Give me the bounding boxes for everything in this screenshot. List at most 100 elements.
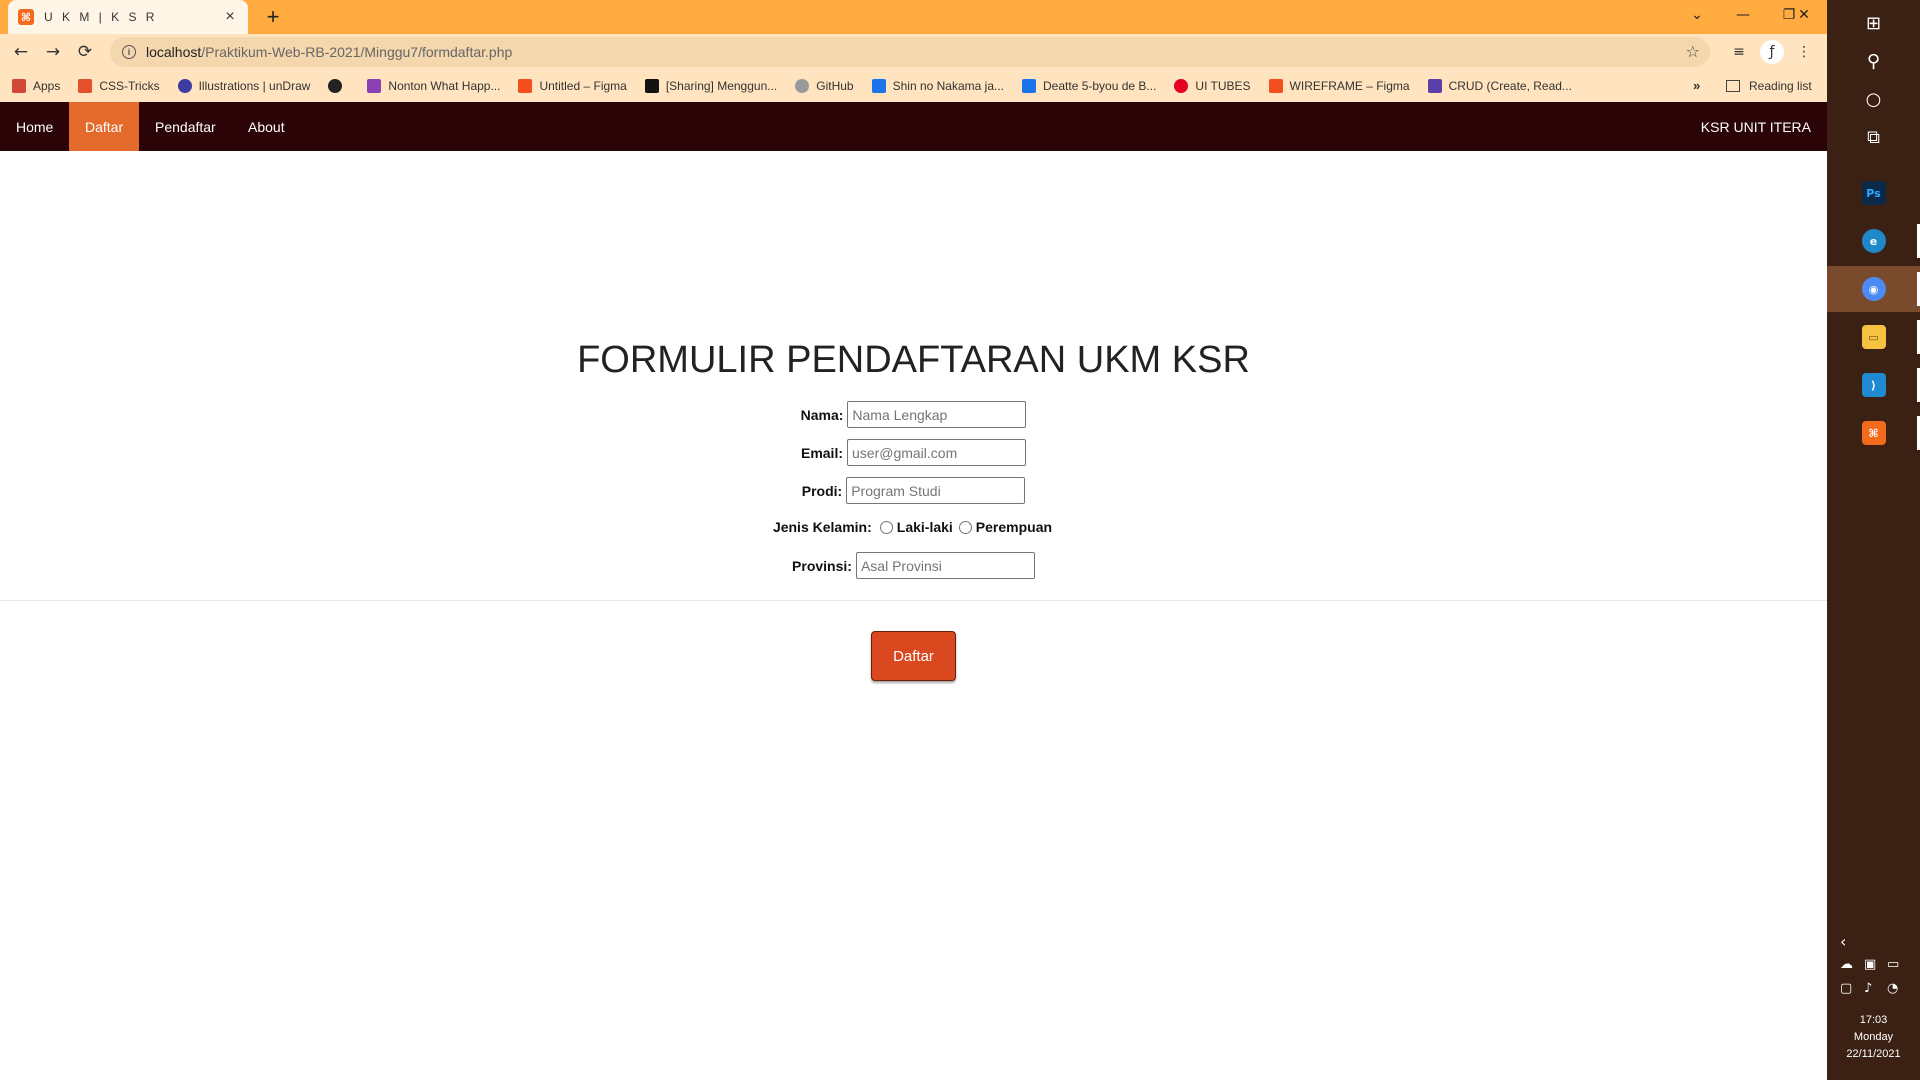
- nav-link-pendaftar[interactable]: Pendaftar: [139, 102, 232, 151]
- taskbar-clock[interactable]: 17:03 Monday 22/11/2021: [1827, 1012, 1920, 1063]
- nav-link-home[interactable]: Home: [0, 102, 69, 151]
- radio-laki-laki[interactable]: [879, 520, 893, 534]
- figma-icon: [518, 79, 533, 93]
- bookmark-site-icon: [1022, 79, 1037, 93]
- bookmark-site-icon: [871, 79, 886, 93]
- url-host: localhost: [146, 44, 202, 60]
- browser-tab[interactable]: ⌘ U K M | K S R ×: [8, 0, 248, 34]
- close-window-button[interactable]: ✕: [1781, 0, 1827, 30]
- form-row-provinsi: Provinsi:: [0, 552, 1827, 579]
- clock-time: 17:03: [1859, 1014, 1888, 1026]
- minimize-button[interactable]: —: [1720, 0, 1766, 30]
- prodi-label: Prodi:: [801, 482, 843, 499]
- xampp-icon: ⌘: [1861, 421, 1886, 445]
- site-brand: KSR UNIT ITERA: [1700, 118, 1811, 135]
- tab-search-icon[interactable]: ⌄: [1674, 0, 1720, 30]
- figma-icon: [1268, 79, 1283, 93]
- bookmark-label: GitHub: [816, 79, 854, 93]
- bookmark-wireframe-figma[interactable]: WIREFRAME – Figma: [1268, 79, 1410, 93]
- form-row-prodi: Prodi:: [0, 477, 1827, 504]
- nonton-icon: [367, 79, 382, 93]
- email-label: Email:: [800, 444, 843, 461]
- bookmark-apps[interactable]: Apps: [12, 79, 60, 93]
- bookmark-label: CSS-Tricks: [99, 79, 160, 93]
- back-button[interactable]: ←: [8, 39, 34, 65]
- form-row-nama: Nama:: [0, 401, 1827, 428]
- folder-icon: ▭: [1861, 325, 1886, 349]
- bookmark-crud[interactable]: CRUD (Create, Read...: [1427, 79, 1572, 93]
- taskbar-app-photoshop[interactable]: Ps: [1827, 170, 1920, 216]
- bookmark-deatte[interactable]: Deatte 5-byou de B...: [1022, 79, 1156, 93]
- bookmark-figma-untitled[interactable]: Untitled – Figma: [518, 79, 627, 93]
- tray-expand-chevron-icon[interactable]: ‹: [1840, 932, 1846, 951]
- tray-app-icon[interactable]: ☁: [1840, 957, 1853, 972]
- volume-icon[interactable]: ♪: [1864, 981, 1872, 996]
- form-row-gender: Jenis Kelamin: Laki-laki Perempuan: [0, 517, 1827, 537]
- css-tricks-icon: [78, 79, 93, 93]
- forward-button[interactable]: →: [40, 39, 66, 65]
- url-text: localhost/Praktikum-Web-RB-2021/Minggu7/…: [146, 44, 512, 60]
- bookmark-github[interactable]: GitHub: [795, 79, 854, 93]
- tab-close-icon[interactable]: ×: [222, 8, 238, 26]
- nama-label: Nama:: [800, 406, 844, 423]
- task-view-button[interactable]: ⧉: [1827, 114, 1920, 160]
- bookmark-css-tricks[interactable]: CSS-Tricks: [78, 79, 160, 93]
- nav-link-about[interactable]: About: [232, 102, 301, 151]
- nama-input[interactable]: [847, 401, 1027, 428]
- prodi-input[interactable]: [846, 477, 1026, 504]
- more-bookmarks-icon[interactable]: »: [1693, 78, 1700, 93]
- bookmark-label: Shin no Nakama ja...: [892, 79, 1005, 93]
- xampp-favicon-icon: ⌘: [18, 9, 34, 25]
- tab-title: U K M | K S R: [44, 10, 158, 24]
- address-bar[interactable]: i localhost/Praktikum-Web-RB-2021/Minggu…: [110, 37, 1710, 67]
- github-icon: [795, 79, 810, 93]
- extension-icon[interactable]: ƒ: [1760, 40, 1784, 64]
- bookmark-sharing[interactable]: [Sharing] Menggun...: [644, 79, 777, 93]
- undraw-icon: [177, 79, 192, 93]
- tab-strip: ⌘ U K M | K S R × + ⌄ — ❐ ✕: [0, 0, 1827, 34]
- url-path: /Praktikum-Web-RB-2021/Minggu7/formdafta…: [201, 44, 513, 60]
- form-divider: [0, 600, 1827, 601]
- bookmark-globe[interactable]: [328, 79, 349, 93]
- gender-label: Jenis Kelamin:: [772, 519, 872, 535]
- reading-list-icon: [1726, 80, 1740, 92]
- nav-link-daftar[interactable]: Daftar: [69, 102, 140, 151]
- pinterest-icon: [1174, 79, 1189, 93]
- bookmark-shin-no-nakama[interactable]: Shin no Nakama ja...: [871, 79, 1005, 93]
- battery-icon[interactable]: ▭: [1887, 957, 1899, 972]
- taskbar-app-xampp[interactable]: ⌘: [1827, 410, 1920, 456]
- bookmarks-bar: Apps CSS-Tricks Illustrations | unDraw N…: [0, 70, 1827, 102]
- bookmark-undraw[interactable]: Illustrations | unDraw: [177, 79, 310, 93]
- site-info-icon[interactable]: i: [122, 45, 136, 59]
- bookmark-nonton[interactable]: Nonton What Happ...: [367, 79, 500, 93]
- tray-display-icon[interactable]: ▣: [1864, 957, 1876, 972]
- taskbar-app-vscode[interactable]: ⟩: [1827, 362, 1920, 408]
- daftar-submit-button[interactable]: Daftar: [871, 631, 956, 681]
- media-control-icon[interactable]: ≡: [1727, 40, 1751, 64]
- cortana-icon: ○: [1865, 88, 1882, 110]
- page-title: FORMULIR PENDAFTARAN UKM KSR: [577, 339, 1250, 381]
- reload-button[interactable]: ⟳: [72, 39, 98, 65]
- taskbar-app-edge[interactable]: e: [1827, 218, 1920, 264]
- taskbar-app-file-explorer[interactable]: ▭: [1827, 314, 1920, 360]
- windows-start-icon: ⊞: [1865, 12, 1882, 34]
- radio-perempuan[interactable]: [958, 520, 972, 534]
- menu-kebab-icon[interactable]: ⋮: [1792, 40, 1816, 64]
- bookmark-ui-tubes[interactable]: UI TUBES: [1174, 79, 1251, 93]
- email-input[interactable]: [847, 439, 1026, 466]
- apps-grid-icon: [12, 79, 26, 93]
- site-navbar: Home Daftar Pendaftar About KSR UNIT ITE…: [0, 102, 1827, 151]
- search-icon: ⚲: [1866, 50, 1881, 72]
- radio-label-perempuan: Perempuan: [975, 519, 1053, 535]
- provinsi-label: Provinsi:: [792, 557, 852, 574]
- provinsi-input[interactable]: [855, 552, 1035, 579]
- crud-site-icon: [1427, 79, 1442, 93]
- bookmark-star-icon[interactable]: ☆: [1686, 42, 1700, 61]
- tray-device-icon[interactable]: ▢: [1840, 981, 1852, 996]
- new-tab-button[interactable]: +: [260, 4, 286, 30]
- reading-list-button[interactable]: Reading list: [1726, 70, 1812, 102]
- wifi-icon[interactable]: ◔: [1887, 981, 1898, 996]
- taskbar-app-chrome[interactable]: ◉: [1827, 266, 1920, 312]
- reading-list-label: Reading list: [1749, 79, 1812, 93]
- task-view-icon: ⧉: [1867, 126, 1880, 148]
